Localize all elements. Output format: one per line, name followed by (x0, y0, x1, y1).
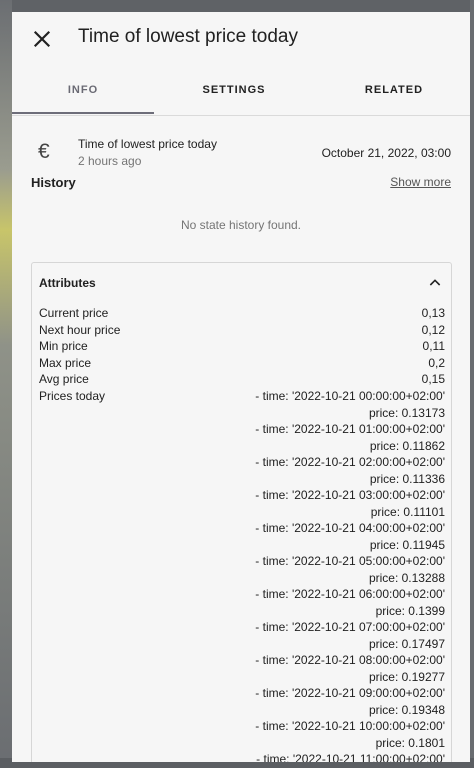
entity-state-row: € Time of lowest price today 2 hours ago… (12, 124, 470, 178)
euro-icon: € (38, 140, 50, 163)
history-heading: History (31, 175, 76, 190)
background-right (470, 0, 474, 768)
price-time: - time: '2022-10-21 03:00:00+02:00' (255, 488, 445, 502)
price-time: - time: '2022-10-21 00:00:00+02:00' (255, 389, 445, 403)
tab-related[interactable]: RELATED (330, 66, 458, 115)
tab-settings[interactable]: SETTINGS (172, 66, 296, 115)
chevron-up-icon (429, 279, 441, 286)
attribute-row: Avg price 0,15 (39, 371, 445, 388)
attribute-key: Avg price (39, 372, 89, 386)
close-button[interactable] (29, 26, 55, 52)
attribute-key: Current price (39, 306, 109, 320)
attribute-key: Min price (39, 339, 88, 353)
price-value: price: 0.11336 (369, 471, 445, 486)
no-history-message: No state history found. (180, 218, 302, 232)
attribute-key: Max price (39, 355, 92, 370)
price-value: price: 0.13288 (368, 570, 445, 585)
entity-last-changed[interactable]: 2 hours ago (78, 154, 141, 168)
attribute-row: Max price 0,2 (39, 355, 445, 372)
attribute-value: 0,11 (422, 339, 445, 353)
price-time: - time: '2022-10-21 06:00:00+02:00' (255, 587, 445, 601)
price-time: - time: '2022-10-21 10:00:00+02:00' (255, 719, 445, 733)
attribute-value: 0,12 (421, 322, 445, 337)
show-more-link[interactable]: Show more (390, 175, 451, 189)
attribute-key: Next hour price (39, 322, 121, 337)
attributes-panel: Attributes Current price 0,13 Next hour … (31, 262, 452, 762)
price-value: price: 0.1399 (375, 603, 445, 618)
price-value: price: 0.19277 (368, 669, 445, 684)
dialog-title: Time of lowest price today (78, 26, 298, 47)
dialog-header: Time of lowest price today (12, 12, 470, 66)
close-icon (33, 30, 51, 48)
prices-today-value: - time: '2022-10-21 00:00:00+02:00' pric… (255, 388, 445, 762)
price-time: - time: '2022-10-21 08:00:00+02:00' (255, 653, 445, 667)
attribute-value: 0,2 (428, 355, 445, 370)
price-value: price: 0.11101 (370, 504, 445, 519)
price-time: - time: '2022-10-21 07:00:00+02:00' (255, 620, 445, 634)
attribute-list: Current price 0,13 Next hour price 0,12 … (39, 305, 445, 388)
price-value: price: 0.13173 (368, 405, 445, 420)
price-time: - time: '2022-10-21 09:00:00+02:00' (255, 686, 445, 700)
price-value: price: 0.17497 (368, 636, 445, 651)
more-info-dialog: Time of lowest price today INFO SETTINGS… (12, 12, 470, 762)
background-left (0, 0, 12, 768)
price-value: price: 0.11945 (369, 537, 445, 552)
price-time: - time: '2022-10-21 05:00:00+02:00' (255, 554, 445, 568)
tab-bar: INFO SETTINGS RELATED (12, 66, 470, 116)
tab-info[interactable]: INFO (12, 66, 154, 115)
attribute-row: Min price 0,11 (39, 338, 445, 355)
price-time: - time: '2022-10-21 04:00:00+02:00' (255, 521, 445, 535)
price-value: price: 0.19348 (368, 702, 445, 717)
price-time: - time: '2022-10-21 02:00:00+02:00' (255, 455, 445, 469)
price-time: - time: '2022-10-21 01:00:00+02:00' (255, 422, 445, 436)
attribute-row: Current price 0,13 (39, 305, 445, 322)
active-tab-indicator (12, 112, 154, 114)
attribute-value: 0,15 (421, 372, 445, 386)
attributes-expander[interactable]: Attributes (32, 263, 451, 303)
attributes-title: Attributes (39, 276, 96, 290)
attribute-row: Next hour price 0,12 (39, 322, 445, 339)
attribute-key: Prices today (39, 389, 106, 403)
price-value: price: 0.1801 (375, 735, 445, 750)
price-time: - time: '2022-10-21 11:00:00+02:00' (256, 752, 445, 762)
entity-state: October 21, 2022, 03:00 (321, 146, 451, 160)
price-value: price: 0.11862 (369, 438, 445, 453)
attribute-value: 0,13 (421, 306, 445, 320)
entity-name: Time of lowest price today (78, 137, 217, 151)
